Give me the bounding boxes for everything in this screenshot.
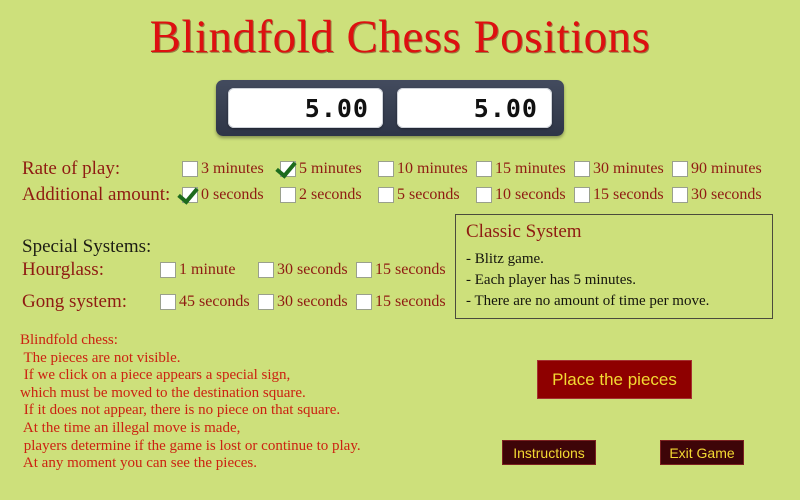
gong-system-label: Gong system: [22, 291, 128, 312]
rate-of-play-options: 3 minutes 5 minutes 10 minutes 15 minute… [182, 161, 792, 177]
checkbox-add-10-seconds[interactable] [476, 187, 492, 203]
additional-amount-label: Additional amount: [22, 184, 171, 205]
place-the-pieces-button[interactable]: Place the pieces [537, 360, 692, 399]
option-label: 5 seconds [397, 186, 460, 203]
option-label: 10 minutes [397, 160, 468, 177]
option-gong-30-seconds[interactable]: 30 seconds [258, 294, 356, 310]
option-gong-45-seconds[interactable]: 45 seconds [160, 294, 258, 310]
option-add-0-seconds[interactable]: 0 seconds [182, 187, 280, 203]
option-rate-30-minutes[interactable]: 30 minutes [574, 161, 672, 177]
option-add-5-seconds[interactable]: 5 seconds [378, 187, 476, 203]
option-label: 10 seconds [495, 186, 566, 203]
page-title: Blindfold Chess Positions [149, 11, 651, 63]
option-hourglass-1-minute[interactable]: 1 minute [160, 262, 258, 278]
checkbox-add-2-seconds[interactable] [280, 187, 296, 203]
checkbox-hourglass-30-seconds[interactable] [258, 262, 274, 278]
special-systems-label: Special Systems: [22, 236, 152, 257]
option-add-30-seconds[interactable]: 30 seconds [672, 187, 770, 203]
option-label: 30 seconds [691, 186, 762, 203]
option-label: 5 minutes [299, 160, 362, 177]
checkbox-gong-15-seconds[interactable] [356, 294, 372, 310]
option-add-15-seconds[interactable]: 15 seconds [574, 187, 672, 203]
option-add-10-seconds[interactable]: 10 seconds [476, 187, 574, 203]
info-line: which must be moved to the destination s… [20, 384, 306, 401]
option-hourglass-30-seconds[interactable]: 30 seconds [258, 262, 356, 278]
classic-system-line: - There are no amount of time per move. [466, 293, 710, 309]
hourglass-label: Hourglass: [22, 259, 104, 280]
option-label: 15 seconds [375, 293, 446, 310]
info-line: If it does not appear, there is no piece… [20, 402, 341, 419]
option-label: 15 seconds [375, 261, 446, 278]
info-line: At the time an illegal move is made, [20, 419, 241, 436]
option-label: 15 seconds [593, 186, 664, 203]
option-label: 45 seconds [179, 293, 250, 310]
option-rate-15-minutes[interactable]: 15 minutes [476, 161, 574, 177]
option-label: 3 minutes [201, 160, 264, 177]
option-label: 30 seconds [277, 261, 348, 278]
checkbox-gong-45-seconds[interactable] [160, 294, 176, 310]
rate-of-play-label: Rate of play: [22, 158, 121, 179]
option-label: 15 minutes [495, 160, 566, 177]
info-line: Blindfold chess: [20, 332, 118, 348]
option-label: 1 minute [179, 261, 236, 278]
option-rate-10-minutes[interactable]: 10 minutes [378, 161, 476, 177]
classic-system-panel: Classic System - Blitz game. - Each play… [455, 214, 773, 319]
clock-display-left: 5.00 [228, 88, 383, 128]
classic-system-line: - Blitz game. [466, 251, 544, 267]
instructions-button[interactable]: Instructions [502, 440, 596, 465]
chess-clock: 5.00 5.00 [216, 80, 564, 136]
option-rate-90-minutes[interactable]: 90 minutes [672, 161, 770, 177]
option-add-2-seconds[interactable]: 2 seconds [280, 187, 378, 203]
clock-digits-right: 5.00 [473, 93, 538, 123]
checkbox-add-30-seconds[interactable] [672, 187, 688, 203]
checkbox-add-0-seconds[interactable] [182, 187, 198, 203]
exit-game-button[interactable]: Exit Game [660, 440, 744, 465]
additional-amount-options: 0 seconds 2 seconds 5 seconds 10 seconds… [182, 187, 792, 203]
checkbox-hourglass-1-minute[interactable] [160, 262, 176, 278]
blindfold-info-text: Blindfold chess: The pieces are not visi… [20, 332, 440, 473]
additional-amount-row: Additional amount: 0 seconds 2 seconds 5… [22, 183, 792, 207]
option-label: 0 seconds [201, 186, 264, 203]
option-gong-15-seconds[interactable]: 15 seconds [356, 294, 454, 310]
option-hourglass-15-seconds[interactable]: 15 seconds [356, 262, 454, 278]
info-line: If we click on a piece appears a special… [20, 367, 291, 384]
checkbox-rate-90-minutes[interactable] [672, 161, 688, 177]
checkbox-rate-30-minutes[interactable] [574, 161, 590, 177]
option-label: 2 seconds [299, 186, 362, 203]
checkbox-rate-15-minutes[interactable] [476, 161, 492, 177]
option-label: 90 minutes [691, 160, 762, 177]
checkbox-hourglass-15-seconds[interactable] [356, 262, 372, 278]
checkbox-add-5-seconds[interactable] [378, 187, 394, 203]
option-label: 30 minutes [593, 160, 664, 177]
option-label: 30 seconds [277, 293, 348, 310]
rate-of-play-row: Rate of play: 3 minutes 5 minutes 10 min… [22, 157, 792, 181]
checkbox-rate-10-minutes[interactable] [378, 161, 394, 177]
checkbox-rate-3-minutes[interactable] [182, 161, 198, 177]
checkbox-add-15-seconds[interactable] [574, 187, 590, 203]
info-line: The pieces are not visible. [20, 349, 181, 366]
option-rate-5-minutes[interactable]: 5 minutes [280, 161, 378, 177]
clock-display-right: 5.00 [397, 88, 552, 128]
clock-digits-left: 5.00 [304, 93, 369, 123]
classic-system-line: - Each player has 5 minutes. [466, 272, 636, 288]
info-line: players determine if the game is lost or… [20, 437, 361, 454]
option-rate-3-minutes[interactable]: 3 minutes [182, 161, 280, 177]
checkbox-rate-5-minutes[interactable] [280, 161, 296, 177]
classic-system-title: Classic System [466, 221, 582, 242]
checkbox-gong-30-seconds[interactable] [258, 294, 274, 310]
info-line: At any moment you can see the pieces. [20, 455, 258, 472]
